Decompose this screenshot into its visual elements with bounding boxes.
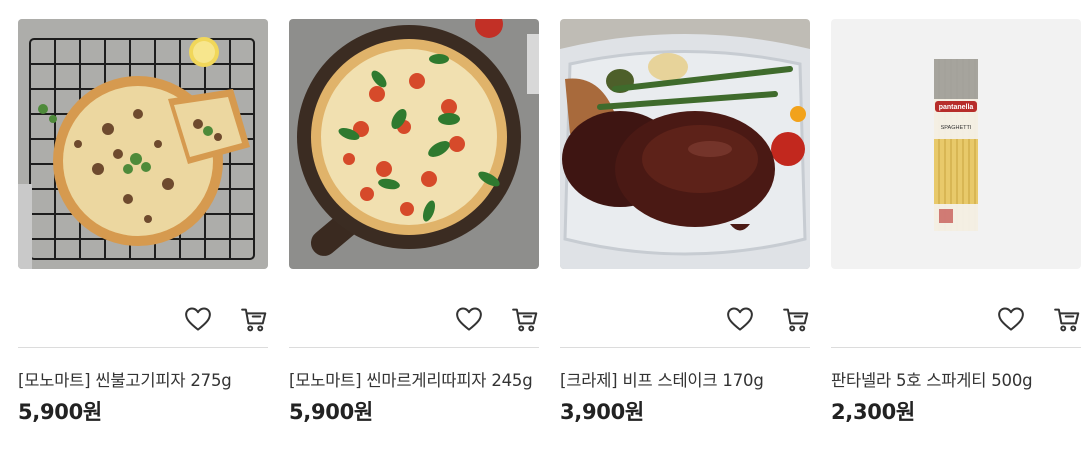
package-product-text: SPAGHETTI <box>941 125 972 131</box>
product-price: 2,300원 <box>831 400 915 424</box>
product-actions <box>831 302 1081 338</box>
product-name[interactable]: [크라제] 비프 스테이크 170g <box>560 368 810 393</box>
cart-icon <box>241 308 267 332</box>
product-card[interactable]: [크라제] 비프 스테이크 170g 3,900원 <box>560 19 810 457</box>
add-to-cart-button[interactable] <box>1050 302 1084 336</box>
heart-icon <box>185 307 211 331</box>
product-name[interactable]: 판타넬라 5호 스파게티 500g <box>831 368 1081 393</box>
product-price: 5,900원 <box>289 400 373 424</box>
add-to-cart-button[interactable] <box>508 302 542 336</box>
product-price: 3,900원 <box>560 400 644 424</box>
product-price: 5,900원 <box>18 400 102 424</box>
product-info: [모노마트] 씬불고기피자 275g 5,900원 <box>18 368 268 425</box>
product-info: [크라제] 비프 스테이크 170g 3,900원 <box>560 368 810 425</box>
product-actions <box>18 302 268 338</box>
cart-icon <box>1054 308 1080 332</box>
product-name[interactable]: [모노마트] 씬불고기피자 275g <box>18 368 268 393</box>
product-image-spaghetti[interactable]: pantanella SPAGHETTI <box>831 19 1081 269</box>
cart-icon <box>783 308 809 332</box>
product-info: 판타넬라 5호 스파게티 500g 2,300원 <box>831 368 1081 425</box>
product-image-bulgogi-pizza[interactable] <box>18 19 268 269</box>
product-name[interactable]: [모노마트] 씬마르게리따피자 245g <box>289 368 539 393</box>
card-divider <box>18 347 268 348</box>
product-card[interactable]: [모노마트] 씬불고기피자 275g 5,900원 <box>18 19 268 457</box>
product-grid: [모노마트] 씬불고기피자 275g 5,900원 [모노마트] 씬마르게리따피… <box>18 19 1081 457</box>
wishlist-button[interactable] <box>452 302 486 336</box>
card-divider <box>560 347 810 348</box>
heart-icon <box>727 307 753 331</box>
heart-icon <box>456 307 482 331</box>
product-actions <box>560 302 810 338</box>
product-card[interactable]: pantanella SPAGHETTI 판타넬라 5호 스파게티 500g 2… <box>831 19 1081 457</box>
product-image-margherita-pizza[interactable] <box>289 19 539 269</box>
package-brand-text: pantanella <box>939 104 974 111</box>
heart-icon <box>998 307 1024 331</box>
add-to-cart-button[interactable] <box>779 302 813 336</box>
product-image-beef-steak[interactable] <box>560 19 810 269</box>
cart-icon <box>512 308 538 332</box>
card-divider <box>831 347 1081 348</box>
add-to-cart-button[interactable] <box>237 302 271 336</box>
product-card[interactable]: [모노마트] 씬마르게리따피자 245g 5,900원 <box>289 19 539 457</box>
product-actions <box>289 302 539 338</box>
wishlist-button[interactable] <box>994 302 1028 336</box>
product-info: [모노마트] 씬마르게리따피자 245g 5,900원 <box>289 368 539 425</box>
wishlist-button[interactable] <box>181 302 215 336</box>
wishlist-button[interactable] <box>723 302 757 336</box>
card-divider <box>289 347 539 348</box>
